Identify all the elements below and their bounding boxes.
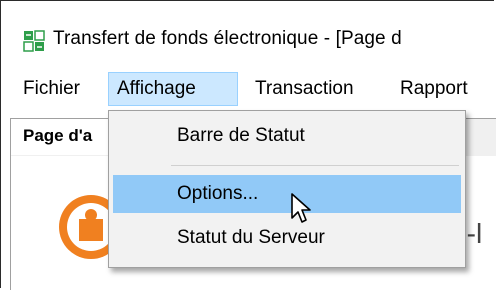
- app-transfer-icon: [23, 30, 45, 52]
- menu-transaction[interactable]: Transaction: [247, 72, 362, 106]
- menuitem-options[interactable]: Options...: [113, 175, 461, 213]
- menuitem-statut-du-serveur[interactable]: Statut du Serveur: [113, 219, 461, 257]
- affichage-dropdown-menu: Barre de Statut Options... Statut du Ser…: [108, 110, 466, 268]
- menu-fichier[interactable]: Fichier: [15, 72, 88, 106]
- window-title: Transfert de fonds électronique - [Page …: [53, 28, 402, 49]
- menuitem-barre-de-statut[interactable]: Barre de Statut: [113, 117, 461, 155]
- mouse-pointer-icon: [291, 193, 311, 223]
- tab-page-accueil[interactable]: Page d'a: [11, 119, 121, 155]
- menu-separator: [171, 165, 459, 166]
- menu-rapport[interactable]: Rapport: [392, 72, 476, 106]
- title-bar: Transfert de fonds électronique - [Page …: [1, 1, 496, 61]
- menu-bar: Fichier Affichage Transaction Rapport: [1, 72, 496, 108]
- menu-affichage[interactable]: Affichage: [108, 72, 238, 106]
